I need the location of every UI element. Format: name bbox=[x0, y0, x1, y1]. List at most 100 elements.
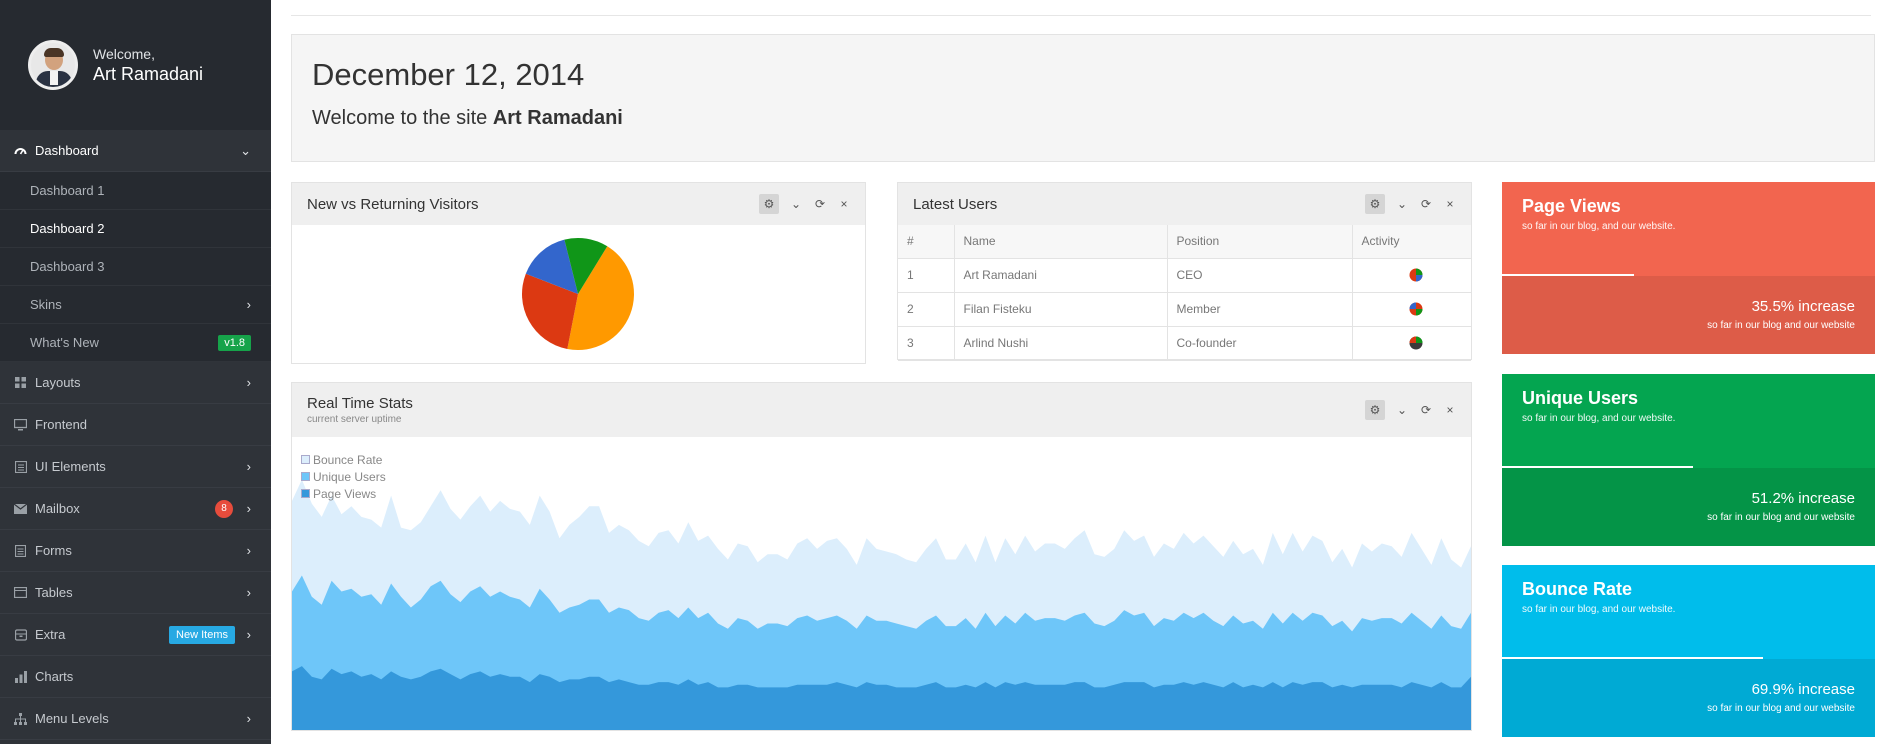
legend-label: Page Views bbox=[313, 486, 377, 501]
activity-pie-icon bbox=[1409, 336, 1423, 350]
visitors-pie-chart bbox=[522, 238, 634, 350]
stat-increase: 35.5% increase bbox=[1751, 298, 1855, 315]
stat-card-bottom: 35.5% increase so far in our blog and ou… bbox=[1502, 276, 1875, 354]
activity-cell bbox=[1352, 258, 1471, 293]
refresh-icon[interactable]: ⟳ bbox=[1419, 197, 1433, 211]
legend-label: Bounce Rate bbox=[313, 452, 383, 467]
legend-item[interactable]: Unique Users bbox=[301, 468, 386, 485]
sidebar-item-mailbox[interactable]: Mailbox 8 › bbox=[0, 488, 271, 530]
sidebar-item-label: Charts bbox=[35, 669, 74, 684]
stat-card-top: Unique Users so far in our blog, and our… bbox=[1502, 374, 1875, 468]
chevron-down-icon: ⌄ bbox=[240, 142, 251, 158]
welcome-text: Welcome, bbox=[93, 45, 155, 62]
sidebar-item-label: Skins bbox=[30, 297, 62, 312]
visitors-panel: New vs Returning Visitors ⚙ ⌄ ⟳ × bbox=[291, 182, 866, 364]
stat-title: Bounce Rate bbox=[1522, 579, 1633, 599]
chevron-down-icon[interactable]: ⌄ bbox=[1395, 403, 1409, 417]
close-icon[interactable]: × bbox=[837, 197, 851, 211]
column-header: # bbox=[898, 225, 955, 259]
chevron-right-icon: › bbox=[246, 543, 251, 558]
sidebar-item-frontend[interactable]: Frontend bbox=[0, 404, 271, 446]
close-icon[interactable]: × bbox=[1443, 403, 1457, 417]
user-profile[interactable]: Welcome, Art Ramadani bbox=[0, 0, 271, 130]
row-number: 2 bbox=[898, 292, 955, 327]
sidebar-item-tables[interactable]: Tables › bbox=[0, 572, 271, 614]
sidebar-item-dashboard[interactable]: Dashboard ⌄ bbox=[0, 130, 271, 172]
refresh-icon[interactable]: ⟳ bbox=[813, 197, 827, 211]
sidebar-subitem-skins[interactable]: Skins › bbox=[0, 286, 271, 324]
close-icon[interactable]: × bbox=[1443, 197, 1457, 211]
stat-card-bottom: 69.9% increase so far in our blog and ou… bbox=[1502, 659, 1875, 737]
gear-icon[interactable]: ⚙ bbox=[1365, 400, 1385, 420]
sidebar-item-label: Tables bbox=[35, 585, 73, 600]
welcome-prefix: Welcome to the site bbox=[312, 107, 493, 129]
activity-cell bbox=[1352, 292, 1471, 327]
legend-item[interactable]: Page Views bbox=[301, 485, 386, 502]
realtime-area-chart bbox=[292, 479, 1471, 730]
sidebar: Welcome, Art Ramadani Dashboard ⌄ Dashbo… bbox=[0, 0, 271, 744]
chevron-down-icon[interactable]: ⌄ bbox=[789, 197, 803, 211]
activity-pie-icon bbox=[1409, 302, 1423, 316]
sidebar-item-label: What's New bbox=[30, 335, 99, 350]
stat-card-bottom: 51.2% increase so far in our blog and ou… bbox=[1502, 468, 1875, 546]
sidebar-subitem-whats-new[interactable]: What's New v1.8 bbox=[0, 324, 271, 362]
table-row[interactable]: 3 Arlind Nushi Co-founder bbox=[898, 326, 1471, 361]
monitor-icon bbox=[14, 418, 27, 431]
chevron-right-icon: › bbox=[246, 501, 251, 516]
sidebar-subitem-dashboard-1[interactable]: Dashboard 1 bbox=[0, 172, 271, 210]
panel-header: New vs Returning Visitors ⚙ ⌄ ⟳ × bbox=[292, 183, 865, 225]
table-icon bbox=[14, 586, 27, 599]
sidebar-item-label: Mailbox bbox=[35, 501, 80, 516]
legend-label: Unique Users bbox=[313, 469, 386, 484]
sidebar-item-layouts[interactable]: Layouts › bbox=[0, 362, 271, 404]
chevron-down-icon[interactable]: ⌄ bbox=[1395, 197, 1409, 211]
legend-swatch bbox=[301, 489, 310, 498]
user-name-cell: Filan Fisteku bbox=[954, 292, 1168, 327]
stat-progress-bar bbox=[1502, 274, 1635, 276]
sitemap-icon bbox=[14, 712, 27, 725]
gear-icon[interactable]: ⚙ bbox=[1365, 194, 1385, 214]
stat-description: so far in our blog, and our website. bbox=[1522, 604, 1676, 615]
panel-title: Latest Users bbox=[913, 195, 998, 213]
sidebar-item-label: Dashboard 2 bbox=[30, 221, 105, 236]
latest-users-panel: Latest Users ⚙ ⌄ ⟳ × # Name Position Act… bbox=[897, 182, 1472, 361]
table-row[interactable]: 1 Art Ramadani CEO bbox=[898, 258, 1471, 293]
table-row[interactable]: 2 Filan Fisteku Member bbox=[898, 292, 1471, 327]
stat-title: Unique Users bbox=[1522, 388, 1639, 408]
grid-icon bbox=[14, 376, 27, 389]
welcome-message: Welcome to the site Art Ramadani bbox=[312, 107, 1854, 130]
column-header: Position bbox=[1167, 225, 1353, 259]
refresh-icon[interactable]: ⟳ bbox=[1419, 403, 1433, 417]
chevron-right-icon: › bbox=[246, 375, 251, 390]
position-cell: Co-founder bbox=[1167, 326, 1353, 361]
chevron-right-icon: › bbox=[246, 297, 251, 312]
panel-subtitle: current server uptime bbox=[307, 414, 402, 425]
sidebar-subitem-dashboard-2[interactable]: Dashboard 2 bbox=[0, 210, 271, 248]
dashboard-gauge-icon bbox=[14, 144, 27, 157]
stat-increase-description: so far in our blog and our website bbox=[1707, 703, 1855, 714]
sidebar-item-label: Dashboard bbox=[35, 143, 99, 158]
table-header-row: # Name Position Activity bbox=[898, 225, 1471, 259]
row-number: 1 bbox=[898, 258, 955, 293]
sidebar-subitem-dashboard-3[interactable]: Dashboard 3 bbox=[0, 248, 271, 286]
user-name: Art Ramadani bbox=[93, 63, 204, 84]
mailbox-count-badge: 8 bbox=[215, 499, 233, 518]
stat-title: Page Views bbox=[1522, 196, 1621, 216]
stat-progress-bar bbox=[1502, 466, 1693, 468]
stat-card-top: Bounce Rate so far in our blog, and our … bbox=[1502, 565, 1875, 659]
realtime-stats-panel: Real Time Stats current server uptime ⚙ … bbox=[291, 382, 1472, 731]
gear-icon[interactable]: ⚙ bbox=[759, 194, 779, 214]
sidebar-item-label: Frontend bbox=[35, 417, 88, 432]
avatar[interactable] bbox=[28, 40, 78, 90]
stat-card-top: Page Views so far in our blog, and our w… bbox=[1502, 182, 1875, 276]
sidebar-item-ui-elements[interactable]: UI Elements › bbox=[0, 446, 271, 488]
sidebar-item-forms[interactable]: Forms › bbox=[0, 530, 271, 572]
sidebar-item-menu-levels[interactable]: Menu Levels › bbox=[0, 698, 271, 740]
top-divider bbox=[291, 15, 1871, 16]
chevron-right-icon: › bbox=[246, 711, 251, 726]
sidebar-item-charts[interactable]: Charts bbox=[0, 656, 271, 698]
stat-description: so far in our blog, and our website. bbox=[1522, 221, 1676, 232]
sidebar-item-extra[interactable]: Extra New Items › bbox=[0, 614, 271, 656]
legend-item[interactable]: Bounce Rate bbox=[301, 451, 386, 468]
welcome-name: Art Ramadani bbox=[492, 107, 623, 129]
